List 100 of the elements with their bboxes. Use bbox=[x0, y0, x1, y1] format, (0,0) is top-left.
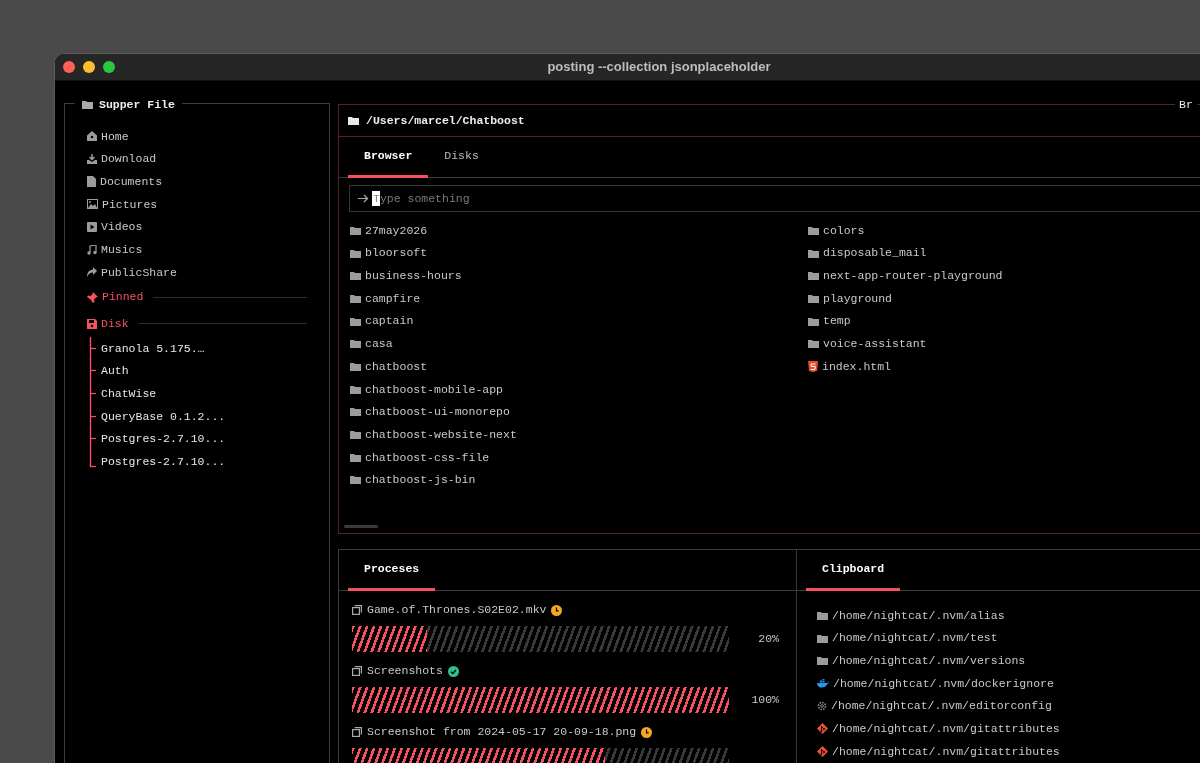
copy-icon bbox=[352, 727, 362, 737]
clipboard-path[interactable]: /home/nightcat/.nvm/gitattributes bbox=[832, 720, 1060, 738]
file-name[interactable]: temp bbox=[823, 312, 851, 330]
section-heading: Pinned bbox=[102, 289, 144, 306]
clipboard-path[interactable]: /home/nightcat/.nvm/versions bbox=[832, 652, 1026, 670]
file-name[interactable]: colors bbox=[823, 221, 865, 239]
folder-icon bbox=[350, 361, 361, 371]
folder-icon bbox=[808, 271, 819, 281]
video-icon bbox=[87, 222, 97, 233]
tab[interactable]: Browser bbox=[348, 137, 429, 178]
sidebar-item[interactable]: Pictures bbox=[102, 195, 158, 214]
music-icon bbox=[87, 244, 97, 255]
folder-icon bbox=[350, 271, 361, 281]
disk-item[interactable]: Postgres-2.7.10... bbox=[101, 452, 226, 471]
folder-icon bbox=[350, 407, 361, 417]
file-name[interactable]: voice-assistant bbox=[823, 335, 927, 353]
file-name[interactable]: playground bbox=[823, 289, 892, 308]
arrow-icon bbox=[358, 194, 369, 203]
section-heading: Disk bbox=[101, 315, 129, 332]
disk-item[interactable]: Postgres-2.7.10... bbox=[101, 430, 226, 448]
file-name[interactable]: chatboost-website-next bbox=[365, 425, 517, 444]
folder-icon bbox=[350, 339, 361, 349]
close-button[interactable] bbox=[63, 61, 75, 73]
file-name[interactable]: chatboost bbox=[365, 357, 428, 376]
tab[interactable]: Proceses bbox=[348, 550, 436, 591]
file-name[interactable]: business-hours bbox=[365, 267, 462, 285]
copy-icon bbox=[352, 666, 362, 676]
process-name: Screenshot from 2024-05-17 20-09-18.png bbox=[367, 724, 637, 741]
file-name[interactable]: index.html bbox=[822, 357, 891, 376]
whale-icon bbox=[817, 678, 829, 688]
folder-icon bbox=[350, 293, 361, 303]
minimize-button[interactable] bbox=[83, 61, 95, 73]
folder-icon bbox=[808, 225, 819, 235]
file-name[interactable]: chatboost-ui-monorepo bbox=[365, 403, 510, 421]
check-icon bbox=[447, 665, 459, 677]
git-icon bbox=[817, 723, 828, 735]
sidebar-item[interactable]: Documents bbox=[100, 173, 163, 191]
sidebar-item[interactable]: Videos bbox=[101, 218, 143, 236]
clipboard-path[interactable]: /home/nightcat/.nvm/dockerignore bbox=[833, 674, 1054, 693]
clock-icon bbox=[641, 726, 653, 738]
folder-icon bbox=[350, 475, 361, 485]
clipboard-path[interactable]: /home/nightcat/.nvm/editorconfig bbox=[831, 697, 1052, 715]
scrollbar[interactable] bbox=[344, 525, 378, 529]
folder-icon bbox=[350, 452, 361, 462]
window-title: posting --collection jsonplaceholder bbox=[547, 58, 771, 77]
clock-icon bbox=[551, 604, 563, 616]
file-name[interactable]: next-app-router-playground bbox=[823, 267, 1003, 285]
sidebar-title: Supper File bbox=[99, 97, 175, 113]
file-name[interactable]: chatboost-css-file bbox=[365, 448, 490, 466]
clipboard-path[interactable]: /home/nightcat/.nvm/test bbox=[832, 629, 998, 647]
file-name[interactable]: bloorsoft bbox=[365, 244, 428, 262]
path-heading: /Users/marcel/Chatboost bbox=[366, 112, 525, 129]
gear-icon bbox=[817, 701, 827, 712]
process-name: Screenshots bbox=[367, 663, 443, 680]
tab[interactable]: Disks bbox=[428, 137, 495, 178]
folder-icon bbox=[808, 339, 819, 349]
file-name[interactable]: 27may2026 bbox=[365, 221, 428, 239]
percent-text: 100% bbox=[751, 693, 779, 707]
file-name[interactable]: chatboost-mobile-app bbox=[365, 380, 504, 398]
folder-icon bbox=[350, 316, 361, 326]
folder-icon bbox=[808, 293, 819, 303]
home-icon bbox=[87, 131, 97, 142]
process-name: Game.of.Thrones.S02E02.mkv bbox=[367, 602, 547, 619]
git-icon bbox=[817, 745, 828, 757]
folder-icon bbox=[348, 116, 359, 125]
disk-item[interactable]: QueryBase 0.1.2... bbox=[101, 407, 226, 425]
sidebar-item[interactable]: PublicShare bbox=[101, 263, 177, 282]
folder-icon bbox=[808, 248, 819, 258]
disk-item[interactable]: ChatWise bbox=[101, 384, 157, 403]
pin-icon bbox=[87, 291, 98, 303]
file-name[interactable]: casa bbox=[365, 335, 393, 353]
download-icon bbox=[87, 154, 97, 165]
folder-icon bbox=[350, 248, 361, 258]
zoom-button[interactable] bbox=[103, 61, 115, 73]
file-name[interactable]: disposable_mail bbox=[823, 244, 927, 262]
folder-icon bbox=[82, 100, 93, 110]
copy-icon bbox=[352, 605, 362, 615]
html-file-icon bbox=[808, 360, 818, 372]
sidebar-item[interactable]: Download bbox=[101, 150, 157, 168]
picture-icon bbox=[87, 199, 98, 210]
file-name[interactable]: captain bbox=[365, 312, 414, 330]
disk-item[interactable]: Auth bbox=[101, 362, 129, 380]
clipboard-path[interactable]: /home/nightcat/.nvm/gitattributes bbox=[832, 742, 1060, 761]
file-name[interactable]: campfire bbox=[365, 289, 421, 308]
folder-icon bbox=[817, 610, 828, 620]
document-icon bbox=[87, 176, 96, 188]
tab[interactable]: Clipboard bbox=[806, 550, 901, 591]
percent-text: 20% bbox=[758, 632, 779, 646]
folder-icon bbox=[808, 316, 819, 326]
sidebar-item[interactable]: Home bbox=[101, 127, 129, 145]
share-icon bbox=[87, 267, 97, 278]
folder-icon bbox=[350, 225, 361, 235]
disk-item[interactable]: Granola 5.175.… bbox=[101, 339, 205, 357]
clipboard-path[interactable]: /home/nightcat/.nvm/alias bbox=[832, 606, 1005, 624]
file-name[interactable]: chatboost-js-bin bbox=[365, 471, 476, 489]
folder-icon bbox=[817, 656, 828, 666]
folder-icon bbox=[350, 430, 361, 440]
sidebar-item[interactable]: Musics bbox=[101, 241, 143, 259]
folder-icon bbox=[817, 633, 828, 643]
folder-icon bbox=[350, 384, 361, 394]
